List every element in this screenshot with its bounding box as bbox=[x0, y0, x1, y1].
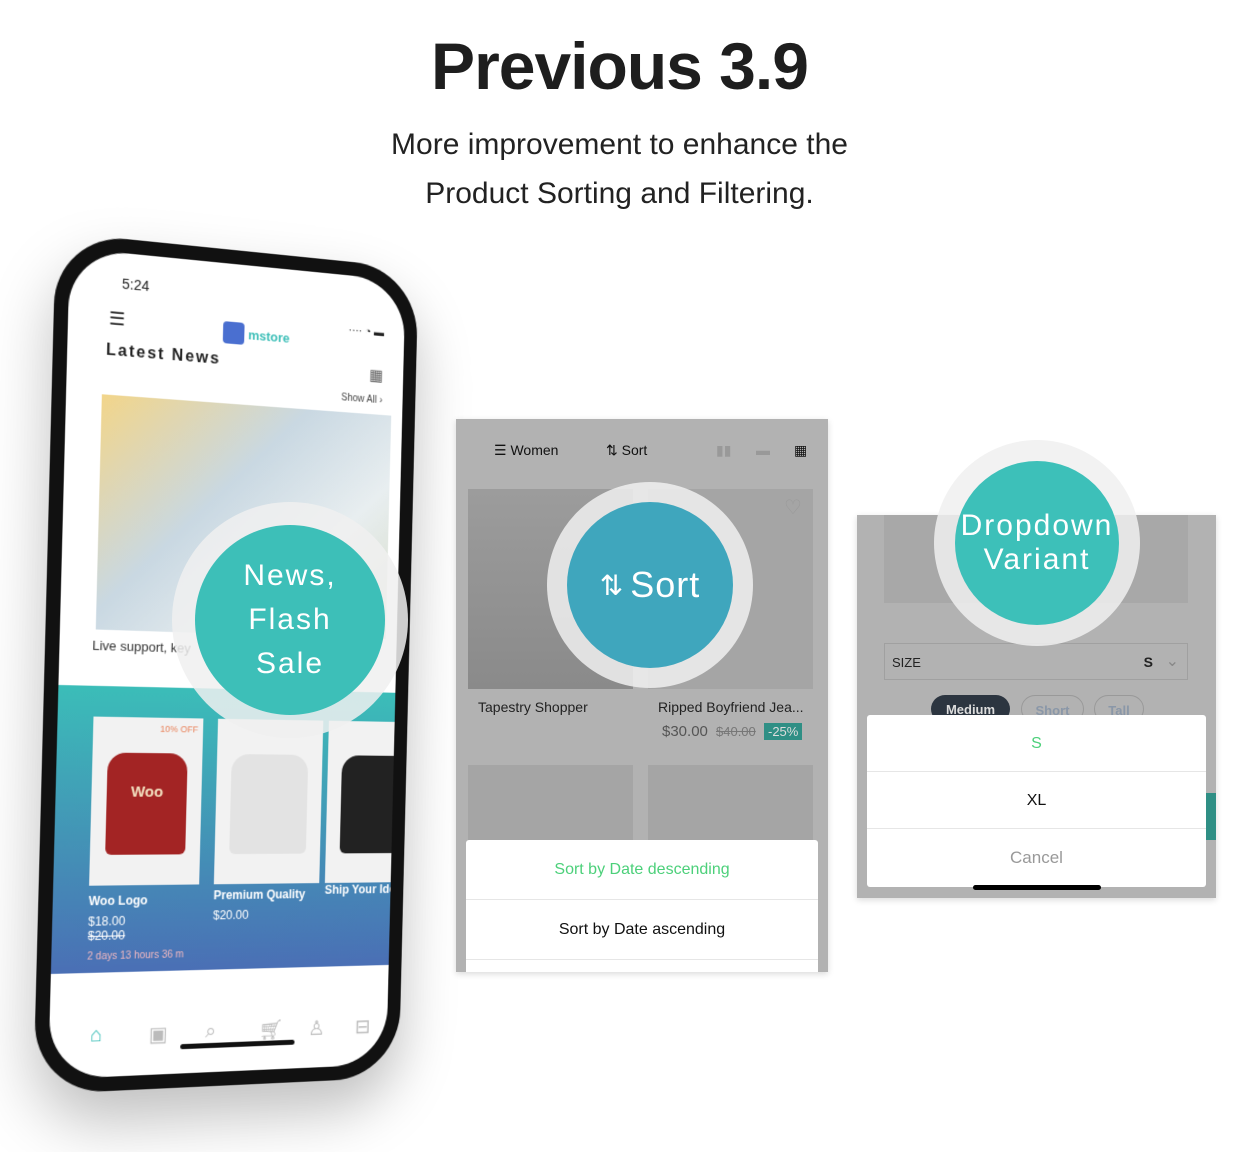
sort-option[interactable]: Sort by Date ascending bbox=[466, 900, 818, 960]
subtitle-line-2: Product Sorting and Filtering. bbox=[425, 177, 814, 210]
size-dropdown[interactable]: SIZE S ⌄ bbox=[884, 643, 1188, 680]
sort-label: Sort bbox=[621, 442, 648, 458]
badge-line-1: Dropdown bbox=[960, 509, 1114, 542]
bag-icon[interactable]: ⊟ bbox=[355, 1014, 371, 1039]
filter-button[interactable]: ☰ Women bbox=[494, 442, 558, 459]
home-indicator bbox=[973, 885, 1101, 890]
news-flash-sale-badge: News, Flash Sale bbox=[195, 525, 385, 715]
sort-badge-label: Sort bbox=[630, 564, 701, 605]
product-name: Tapestry Shopper bbox=[478, 699, 588, 715]
product-old-price: $20.00 bbox=[87, 928, 126, 944]
product-card[interactable] bbox=[213, 718, 324, 885]
grid-view-icon[interactable]: ▦ bbox=[794, 442, 807, 459]
variant-option[interactable]: S bbox=[867, 715, 1206, 772]
status-time: 5:24 bbox=[121, 275, 150, 295]
section-title: Latest News bbox=[105, 341, 221, 368]
page-title: Previous 3.9 bbox=[431, 29, 809, 103]
cancel-button[interactable]: Cancel bbox=[867, 829, 1206, 887]
logo: mstore bbox=[222, 321, 290, 349]
menu-icon[interactable]: ☰ bbox=[109, 308, 126, 331]
product-image bbox=[339, 755, 406, 854]
add-to-cart-edge bbox=[1206, 793, 1216, 840]
discount-label: 10% OFF bbox=[160, 723, 199, 735]
product-image: Woo bbox=[105, 752, 188, 855]
size-value: S bbox=[1143, 654, 1153, 670]
product-name: Woo Logo bbox=[88, 893, 148, 909]
home-icon[interactable]: ⌂ bbox=[90, 1024, 103, 1048]
search-icon[interactable]: ⌕ bbox=[205, 1020, 217, 1044]
sort-badge: ⇅ Sort bbox=[567, 502, 733, 668]
category-icon[interactable]: ▣ bbox=[148, 1021, 167, 1047]
product-image bbox=[229, 754, 309, 855]
sort-sheet: Sort by Date descending Sort by Date asc… bbox=[466, 840, 818, 972]
row-view-icon[interactable]: ▬ bbox=[756, 442, 770, 458]
variant-option[interactable]: XL bbox=[867, 772, 1206, 829]
badge-line-2: Variant bbox=[983, 543, 1091, 576]
product-price: $20.00 bbox=[212, 907, 249, 923]
chevron-down-icon: ⌄ bbox=[1165, 653, 1179, 670]
sort-arrows-icon: ⇅ bbox=[599, 569, 625, 601]
subtitle-line-1: More improvement to enhance the bbox=[391, 128, 848, 161]
grid-icon[interactable]: ▦ bbox=[369, 365, 383, 386]
product-image[interactable] bbox=[648, 765, 813, 845]
product-price: $30.00 bbox=[662, 723, 708, 740]
heart-icon[interactable]: ♡ bbox=[784, 495, 802, 520]
show-all-label: Show All bbox=[341, 392, 377, 406]
dropdown-variant-badge: Dropdown Variant bbox=[955, 461, 1119, 625]
status-icons: ···· ◔ ▬ bbox=[348, 324, 385, 340]
product-card[interactable] bbox=[324, 720, 406, 884]
logo-icon bbox=[222, 321, 245, 345]
product-price: $18.00 bbox=[87, 913, 126, 929]
product-old-price: $40.00 bbox=[716, 724, 756, 739]
product-card[interactable]: 10% OFF Woo bbox=[89, 716, 204, 886]
list-view-icon[interactable]: ▮▮ bbox=[716, 442, 731, 459]
tab-bar: ⌂ ▣ ⌕ 🛒︎ ♙ ⊟ bbox=[48, 994, 388, 1077]
product-name: Premium Quality bbox=[213, 887, 306, 903]
user-icon[interactable]: ♙ bbox=[308, 1016, 325, 1041]
size-label: SIZE bbox=[892, 655, 921, 670]
show-all-link[interactable]: Show All › bbox=[341, 392, 382, 406]
filter-label: Women bbox=[510, 442, 559, 458]
sort-button[interactable]: ⇅ Sort bbox=[606, 442, 647, 459]
variant-sheet: S XL Cancel bbox=[867, 715, 1206, 887]
product-name: Ripped Boyfriend Jea... bbox=[658, 699, 804, 715]
discount-badge: -25% bbox=[764, 723, 803, 740]
cart-icon[interactable]: 🛒︎ bbox=[258, 1017, 283, 1043]
product-image[interactable] bbox=[468, 765, 633, 845]
logo-text: mstore bbox=[248, 326, 290, 346]
product-name: Ship Your Idea bbox=[324, 882, 402, 897]
sort-option[interactable]: Sort by Date descending bbox=[466, 840, 818, 900]
